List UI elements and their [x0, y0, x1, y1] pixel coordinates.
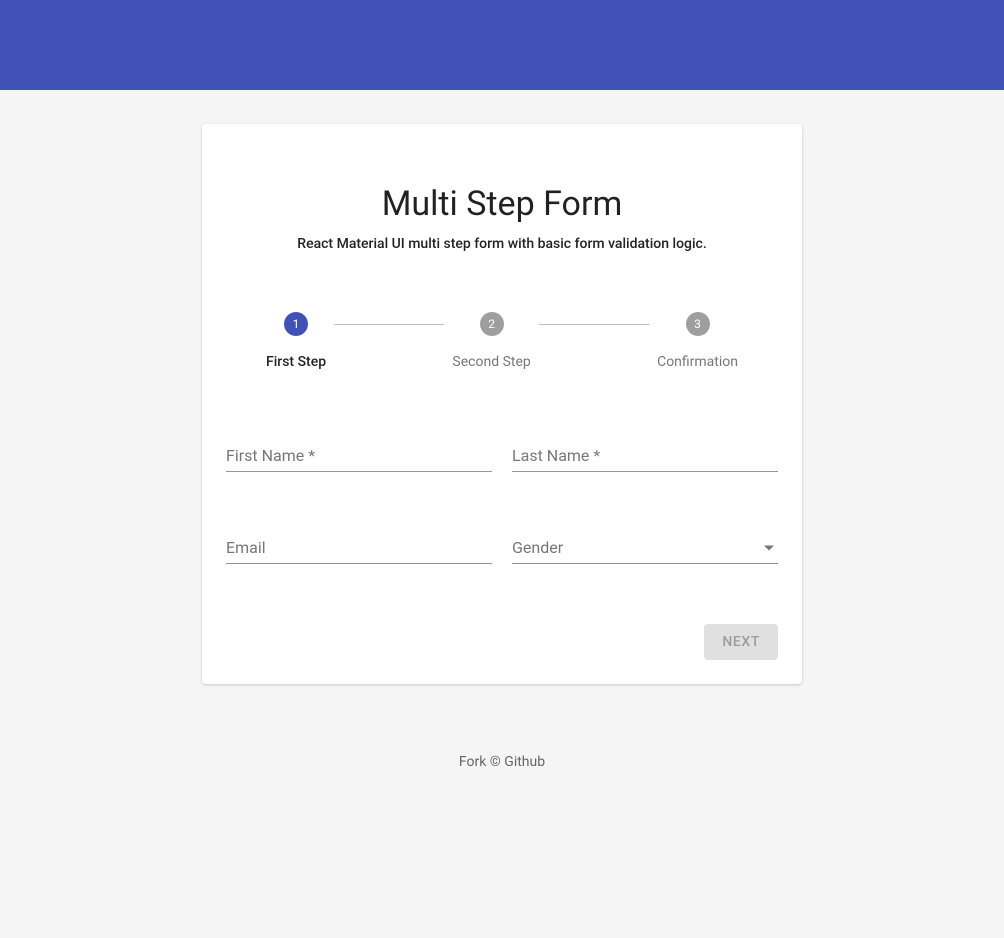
form-actions: Next [226, 624, 778, 660]
gender-label: Gender [512, 538, 563, 557]
dropdown-icon [764, 536, 774, 555]
step-circle-3: 3 [686, 312, 710, 336]
step-connector [539, 324, 649, 325]
email-field[interactable]: Email [226, 532, 492, 564]
step-1: 1 First Step [266, 312, 326, 370]
form-card: Multi Step Form React Material UI multi … [202, 124, 802, 684]
last-name-field[interactable]: Last Name * [512, 440, 778, 472]
step-3: 3 Confirmation [657, 312, 738, 370]
step-2: 2 Second Step [452, 312, 530, 370]
last-name-input[interactable] [512, 448, 778, 466]
gender-field[interactable]: Gender [512, 532, 778, 564]
fork-link[interactable]: Fork [459, 754, 486, 770]
page: Multi Step Form React Material UI multi … [0, 90, 1004, 684]
step-circle-1: 1 [284, 312, 308, 336]
app-bar [0, 0, 1004, 90]
step-label-1: First Step [266, 354, 326, 370]
page-subtitle: React Material UI multi step form with b… [226, 236, 778, 252]
page-title: Multi Step Form [226, 184, 778, 224]
first-name-input[interactable] [226, 448, 492, 466]
step-circle-2: 2 [480, 312, 504, 336]
step-connector [334, 324, 444, 325]
form-grid: First Name * Last Name * Email Gender [226, 440, 778, 564]
email-input[interactable] [226, 540, 492, 558]
step-label-2: Second Step [452, 354, 530, 370]
stepper: 1 First Step 2 Second Step 3 Confirmatio… [266, 312, 738, 370]
first-name-field[interactable]: First Name * [226, 440, 492, 472]
copyright-symbol: © [490, 754, 501, 770]
next-button[interactable]: Next [704, 624, 778, 660]
footer: Fork © Github [0, 754, 1004, 770]
step-label-3: Confirmation [657, 354, 738, 370]
github-link[interactable]: Github [504, 754, 545, 770]
